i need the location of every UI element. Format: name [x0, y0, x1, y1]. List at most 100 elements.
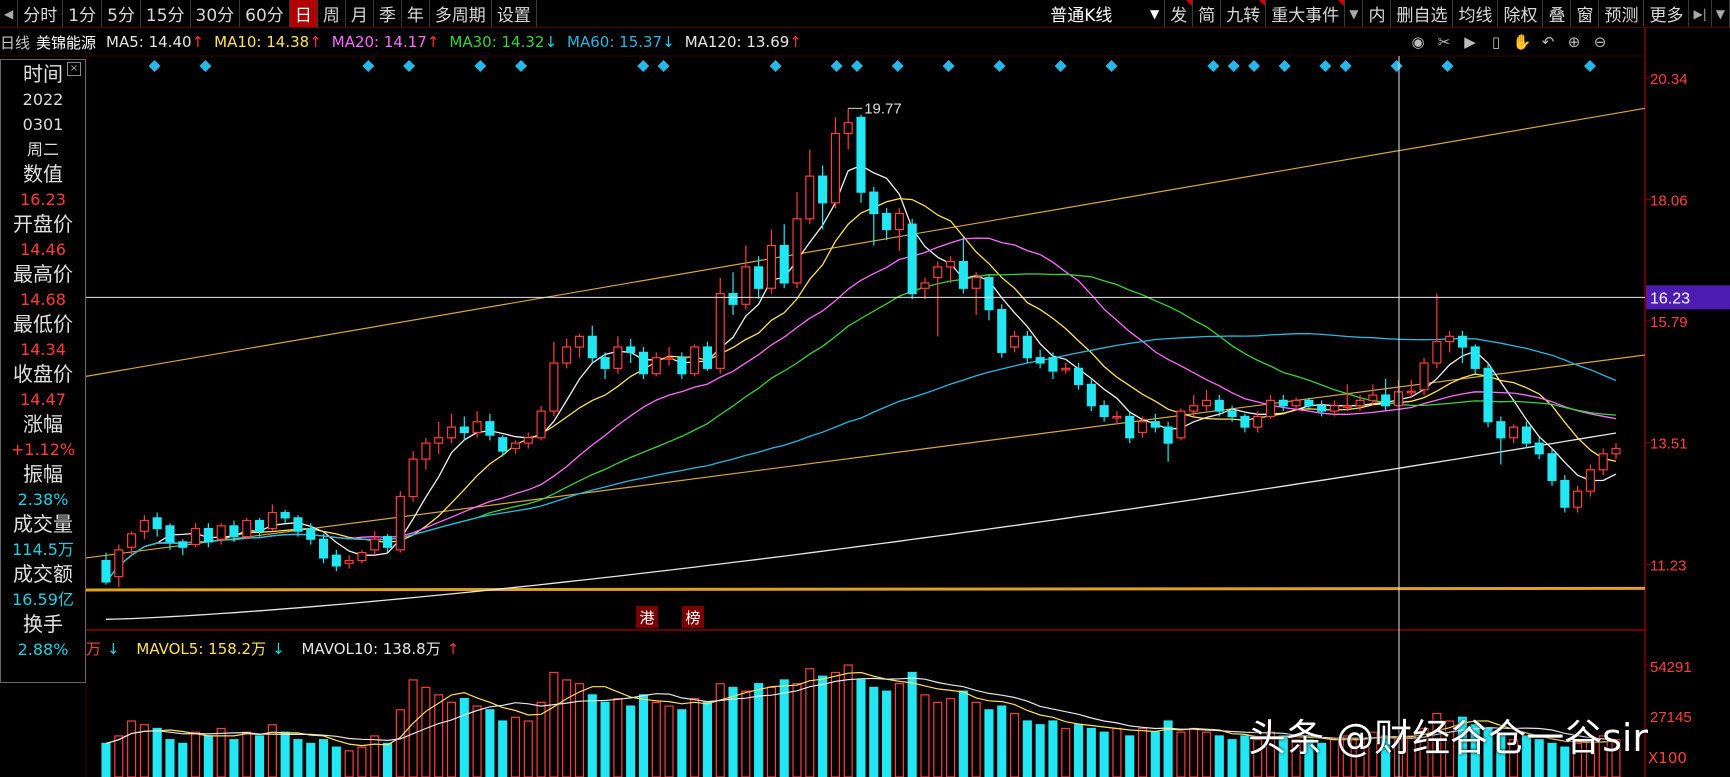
kline-chart[interactable]: 19.77 港榜 20.3418.0615.7913.5111.23542912… — [0, 0, 1730, 777]
candle-body-114 — [1560, 479, 1570, 508]
candle-41 — [626, 338, 636, 364]
volume-bar-59 — [856, 679, 866, 777]
candle-11 — [242, 517, 252, 540]
candle-107 — [1470, 344, 1480, 374]
candle-97 — [1342, 384, 1352, 412]
info-panel: × 时间 2022 0301 周二 数值 16.23 开盘价 14.46 最高价 14.68 最低价… — [0, 59, 86, 683]
candle-body-22 — [382, 535, 393, 548]
volume-bar-74 — [1048, 720, 1058, 777]
volume-unit-label: X100 — [1648, 749, 1687, 767]
candle-57 — [830, 117, 840, 209]
volume-bar-60 — [869, 686, 879, 777]
candle-body-39 — [600, 357, 610, 369]
candle-body-50 — [741, 266, 751, 305]
event-marker-4 — [474, 60, 487, 72]
candle-73 — [1035, 349, 1045, 369]
volume-bar-41 — [626, 705, 636, 777]
price-tick-label-0: 20.34 — [1650, 71, 1688, 88]
candle-body-7 — [191, 527, 201, 546]
candle-layer: 19.77 — [101, 100, 1621, 588]
volume-bar-5 — [165, 739, 175, 777]
ma30-line — [105, 273, 1617, 583]
candle-body-69 — [984, 276, 994, 311]
candle-body-88 — [1227, 410, 1237, 418]
candle-body-81 — [1137, 421, 1148, 434]
volume-bar-6 — [178, 742, 188, 777]
candle-body-76 — [1073, 367, 1084, 385]
crosshair-price-label: 16.23 — [1650, 290, 1690, 307]
candle-46 — [690, 344, 700, 377]
event-marker-19 — [1278, 60, 1291, 72]
candle-body-32 — [510, 442, 521, 450]
volume-bar-62 — [894, 683, 904, 777]
candle-77 — [1086, 379, 1096, 412]
candle-body-117 — [1598, 453, 1608, 471]
candle-body-33 — [523, 437, 533, 444]
candle-body-25 — [421, 442, 431, 460]
volume-bar-78 — [1099, 731, 1109, 777]
candle-49 — [728, 272, 738, 315]
candle-51 — [754, 256, 764, 299]
volume-bar-81 — [1137, 727, 1148, 777]
candle-104 — [1432, 293, 1442, 369]
info-value-2-0: 14.46 — [20, 240, 66, 259]
candle-body-89 — [1240, 415, 1250, 428]
volume-bar-69 — [984, 709, 994, 777]
volume-bar-4 — [152, 727, 162, 777]
candle-body-100 — [1381, 394, 1391, 407]
volume-bar-7 — [191, 731, 201, 777]
tag-0: 港 — [636, 606, 658, 628]
candle-body-62 — [894, 212, 904, 231]
volume-bar-29 — [472, 705, 482, 777]
volume-bar-86 — [1201, 731, 1212, 777]
crosshair-layer: 16.23 — [86, 56, 1730, 777]
candle-body-61 — [882, 212, 892, 231]
candle-body-31 — [498, 437, 508, 452]
volume-bar-79 — [1112, 727, 1122, 777]
close-icon[interactable]: × — [67, 62, 81, 76]
info-label-9: 成交额 — [13, 562, 73, 586]
candle-4 — [152, 512, 162, 537]
candle-84 — [1176, 408, 1186, 441]
candle-body-57 — [830, 132, 840, 204]
volume-bar-67 — [958, 690, 968, 777]
event-marker-17 — [1227, 60, 1240, 72]
candle-112 — [1534, 437, 1544, 460]
candle-body-9 — [216, 525, 226, 540]
candle-5 — [165, 523, 175, 550]
candle-42 — [638, 347, 649, 380]
event-marker-21 — [1339, 60, 1352, 72]
candle-110 — [1509, 424, 1519, 444]
volume-bar-70 — [997, 705, 1007, 777]
candle-body-3 — [139, 519, 149, 532]
candle-53 — [779, 224, 789, 289]
candle-103 — [1419, 357, 1429, 396]
ma20-line — [105, 237, 1617, 583]
mavol10-label: MAVOL10: 138.8万 ↑ — [301, 640, 460, 658]
volume-bar-76 — [1073, 724, 1084, 777]
event-marker-9 — [830, 60, 843, 72]
candle-67 — [958, 237, 968, 294]
volume-bar-40 — [613, 697, 623, 777]
candle-body-83 — [1163, 426, 1173, 444]
volume-bar-34 — [536, 701, 546, 777]
candle-6 — [178, 539, 188, 556]
volume-bar-37 — [574, 683, 585, 777]
candle-body-13 — [267, 511, 277, 530]
volume-tick-mid: 27145 — [1650, 709, 1692, 726]
volume-bar-82 — [1150, 731, 1160, 777]
candle-body-20 — [357, 551, 367, 562]
candle-body-2 — [127, 533, 137, 548]
candle-33 — [523, 432, 533, 449]
volume-bar-73 — [1035, 724, 1045, 777]
candle-14 — [280, 509, 290, 524]
candle-21 — [370, 531, 380, 556]
event-marker-24 — [1584, 60, 1596, 72]
volume-bar-39 — [600, 701, 610, 777]
candle-23 — [395, 491, 405, 553]
volume-bar-19 — [344, 750, 354, 777]
candle-115 — [1573, 485, 1583, 513]
ma5-line — [105, 164, 1617, 583]
volume-bar-26 — [434, 694, 444, 777]
candle-body-75 — [1061, 367, 1071, 371]
